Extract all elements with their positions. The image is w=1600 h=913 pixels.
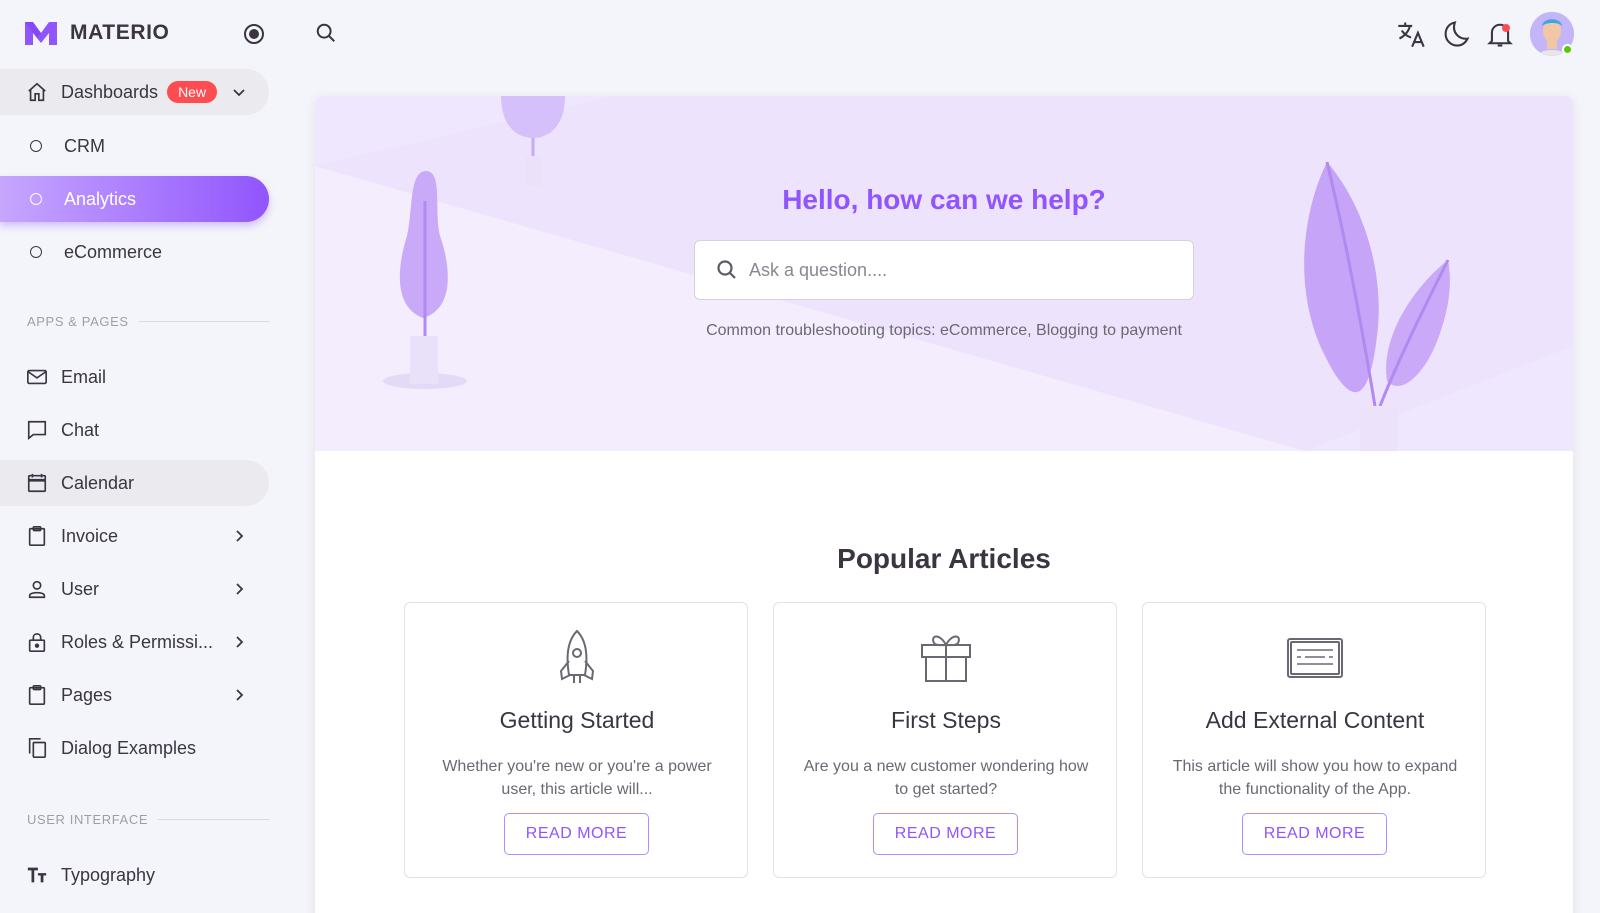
chat-icon [25,418,49,442]
keyboard-icon [1287,638,1343,678]
read-more-button[interactable]: READ MORE [1242,813,1387,855]
article-card-add-external-content: Add External Content This article will s… [1142,602,1486,878]
popular-articles-title: Popular Articles [837,543,1051,574]
chevron-down-icon [233,89,245,97]
article-title: Add External Content [1205,707,1425,733]
article-title: First Steps [891,707,1001,733]
article-card-getting-started: Getting Started Whether you're new or yo… [404,602,748,878]
copy-icon [25,736,49,760]
hero-section: Hello, how can we help? Common troublesh… [315,96,1573,451]
section-title-apps: APPS & PAGES [27,314,270,329]
search-icon[interactable] [315,22,337,44]
chevron-right-icon [236,583,244,595]
sidebar-item-label: Analytics [64,188,137,209]
sidebar-item-dashboards[interactable]: Dashboards New [0,69,269,115]
sidebar-item-label: Chat [61,419,100,440]
sidebar-item-label: Typography [61,864,156,885]
hero-title: Hello, how can we help? [782,184,1106,215]
circle-icon [30,193,42,205]
online-status-dot [1562,44,1573,55]
brand[interactable]: MATERIO [24,18,169,48]
circle-icon [30,246,42,258]
article-description: This article will show you how to expand… [1172,758,1458,798]
sidebar-item-dialog-examples[interactable]: Dialog Examples [0,725,269,771]
sidebar-item-label: eCommerce [64,241,163,262]
chevron-right-icon [236,636,244,648]
brand-name: MATERIO [70,21,170,44]
pages-icon [25,683,49,707]
help-center-card: Hello, how can we help? Common troublesh… [315,96,1573,913]
typography-icon [25,863,49,887]
sidebar-item-analytics[interactable]: Analytics [0,176,269,222]
sidebar-item-label: Roles & Permissi... [61,631,214,652]
article-card-first-steps: First Steps Are you a new customer wonde… [773,602,1117,878]
sidebar-item-label: Invoice [61,525,119,546]
read-more-button[interactable]: READ MORE [873,813,1018,855]
sidebar-pin-toggle[interactable] [244,24,264,44]
notification-dot [1502,24,1510,32]
sidebar-item-label: CRM [64,135,105,156]
circle-icon [30,140,42,152]
sidebar-item-label: Dashboards [61,81,159,102]
hero-subtitle: Common troubleshooting topics: eCommerce… [706,322,1182,339]
sidebar-item-roles[interactable]: Roles & Permissi... [0,619,269,665]
help-search-input[interactable] [749,259,1179,281]
sidebar: MATERIO Dashboards New CRM Analytics eCo… [0,0,280,913]
sidebar-item-label: User [61,578,100,599]
sidebar-item-chat[interactable]: Chat [0,407,269,453]
section-label: APPS & PAGES [27,314,129,329]
gift-icon [921,635,971,682]
sidebar-item-user[interactable]: User [0,566,269,612]
chevron-right-icon [236,689,244,701]
help-search-field[interactable] [694,240,1194,300]
user-icon [25,577,49,601]
invoice-icon [25,524,49,548]
sidebar-item-pages[interactable]: Pages [0,672,269,718]
sidebar-item-email[interactable]: Email [0,354,269,400]
read-more-button[interactable]: READ MORE [504,813,649,855]
home-icon [25,80,49,104]
section-title-ui: USER INTERFACE [27,812,270,827]
section-label: USER INTERFACE [27,812,149,827]
search-icon [717,260,736,279]
calendar-icon [25,471,49,495]
article-description: Whether you're new or you're a power use… [442,758,712,798]
translate-icon[interactable] [1396,19,1426,49]
sidebar-item-calendar[interactable]: Calendar [0,460,269,506]
sidebar-item-ecommerce[interactable]: eCommerce [0,229,269,275]
chevron-right-icon [236,530,244,542]
sidebar-item-label: Dialog Examples [61,737,197,758]
article-title: Getting Started [499,707,655,733]
article-description: Are you a new customer wondering how to … [803,758,1089,798]
moon-icon[interactable] [1441,19,1471,49]
sidebar-item-crm[interactable]: CRM [0,123,269,169]
sidebar-item-typography[interactable]: Typography [0,852,269,898]
new-badge: New [167,81,218,103]
bell-icon[interactable] [1485,19,1515,49]
email-icon [25,365,49,389]
lock-icon [25,630,49,654]
sidebar-item-label: Pages [61,684,113,705]
rocket-icon [559,629,595,683]
sidebar-item-label: Email [61,366,107,387]
materio-logo-icon [25,22,57,45]
sidebar-item-label: Calendar [61,472,135,493]
sidebar-item-invoice[interactable]: Invoice [0,513,269,559]
